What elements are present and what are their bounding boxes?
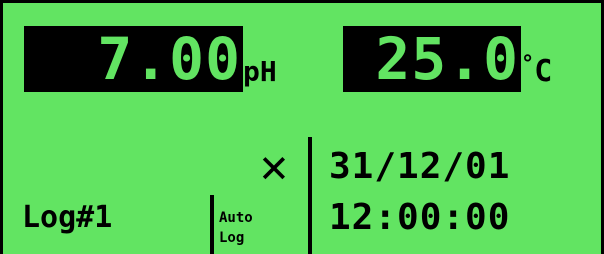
temperature-value: 25.0: [375, 25, 519, 93]
temperature-unit-label: °C: [521, 49, 552, 88]
meter-display-screen: 7.00 pH 25.0 °C Log#1 Auto Log ✕ 31/12/0…: [0, 0, 604, 254]
divider-left: [210, 195, 214, 254]
divider-right: [308, 137, 312, 254]
degree-symbol: °: [521, 52, 535, 77]
close-icon: ✕: [258, 147, 290, 191]
ph-value: 7.00: [97, 25, 241, 93]
ph-readout: 7.00: [24, 26, 243, 92]
ph-unit-label: pH: [243, 55, 277, 88]
auto-log-indicator: Auto Log: [219, 208, 303, 248]
auto-log-line2: Log: [219, 230, 245, 246]
log-number-label: Log#1: [22, 200, 113, 235]
temperature-readout: 25.0: [343, 26, 521, 92]
celsius-unit: C: [534, 54, 553, 89]
date-display: 31/12/01: [329, 146, 511, 187]
auto-log-line1: Auto: [219, 210, 253, 226]
time-display: 12:00:00: [329, 197, 511, 238]
